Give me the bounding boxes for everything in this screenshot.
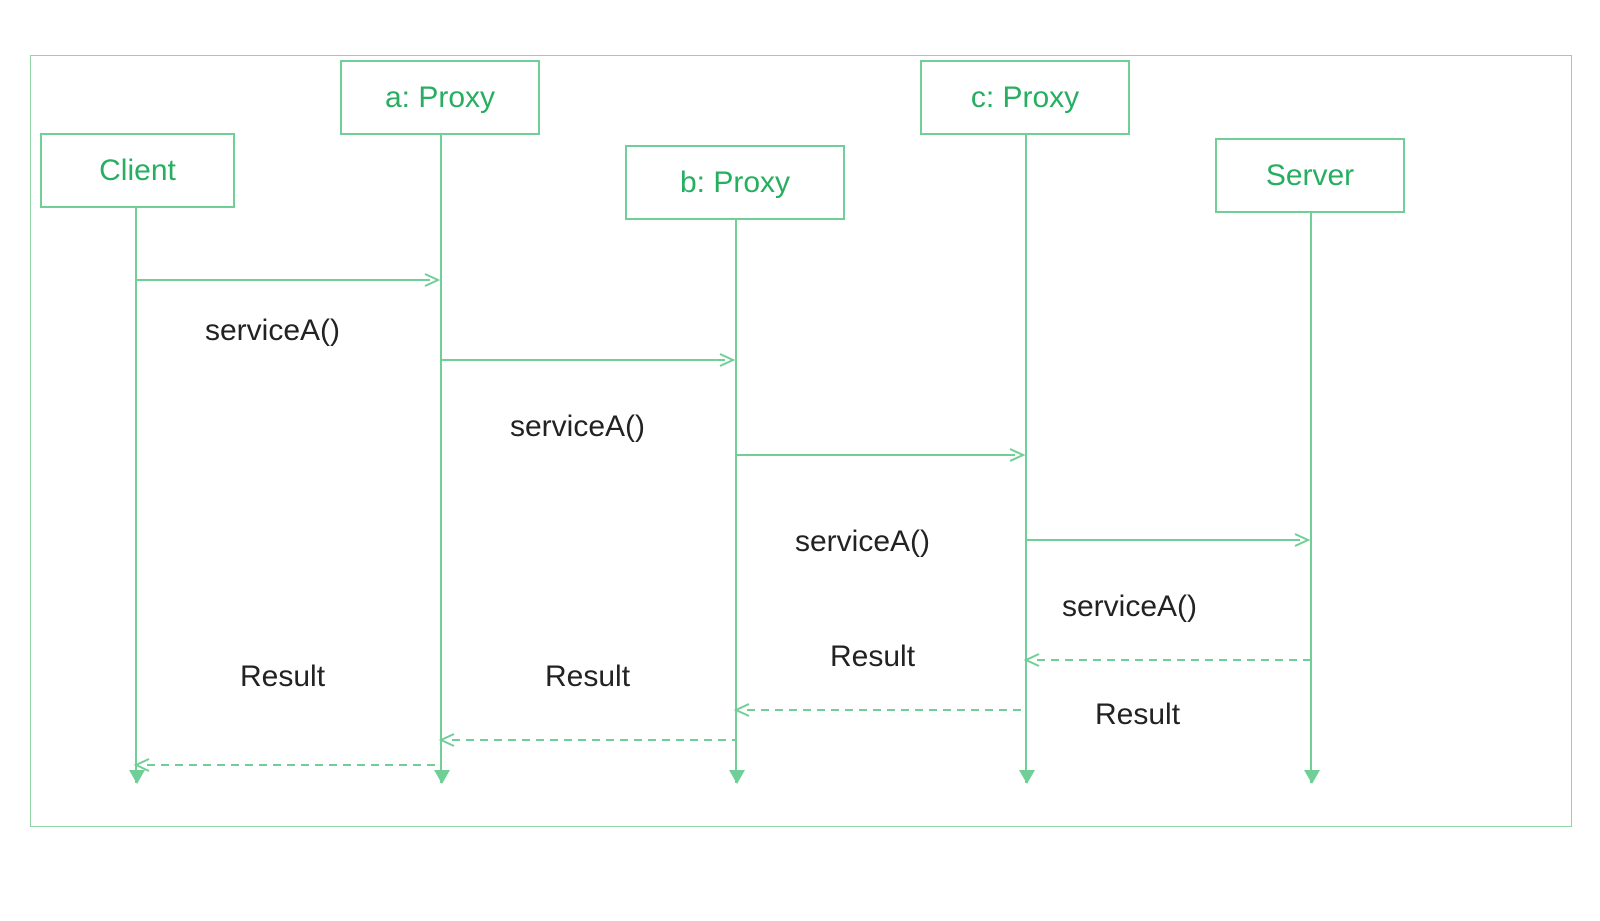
- participant-proxy-a-label: a: Proxy: [385, 81, 495, 115]
- participant-proxy-b-label: b: Proxy: [680, 166, 790, 200]
- lifeline-server: [1310, 213, 1312, 783]
- lifeline-proxy-c: [1025, 135, 1027, 783]
- participant-server: Server: [1215, 138, 1405, 213]
- label-r1: Result: [240, 660, 325, 694]
- arrow-r3: [735, 703, 1025, 717]
- label-r2: Result: [545, 660, 630, 694]
- label-r3: Result: [830, 640, 915, 674]
- lifeline-client: [135, 208, 137, 783]
- arrow-m2: [440, 353, 735, 367]
- label-m2: serviceA(): [510, 410, 645, 444]
- arrow-m1: [135, 273, 440, 287]
- arrow-m4: [1025, 533, 1310, 547]
- label-m3: serviceA(): [795, 525, 930, 559]
- arrow-r1: [135, 758, 440, 772]
- participant-proxy-b: b: Proxy: [625, 145, 845, 220]
- arrow-r2: [440, 733, 735, 747]
- arrow-m3: [735, 448, 1025, 462]
- label-r4: Result: [1095, 698, 1180, 732]
- participant-proxy-a: a: Proxy: [340, 60, 540, 135]
- participant-proxy-c-label: c: Proxy: [971, 81, 1079, 115]
- participant-client: Client: [40, 133, 235, 208]
- lifeline-proxy-a: [440, 135, 442, 783]
- label-m4: serviceA(): [1062, 590, 1197, 624]
- participant-client-label: Client: [99, 154, 176, 188]
- participant-proxy-c: c: Proxy: [920, 60, 1130, 135]
- arrow-r4: [1025, 653, 1310, 667]
- sequence-diagram: Client a: Proxy b: Proxy c: Proxy Server: [0, 0, 1600, 921]
- lifeline-proxy-b: [735, 220, 737, 783]
- participant-server-label: Server: [1266, 159, 1354, 193]
- label-m1: serviceA(): [205, 314, 340, 348]
